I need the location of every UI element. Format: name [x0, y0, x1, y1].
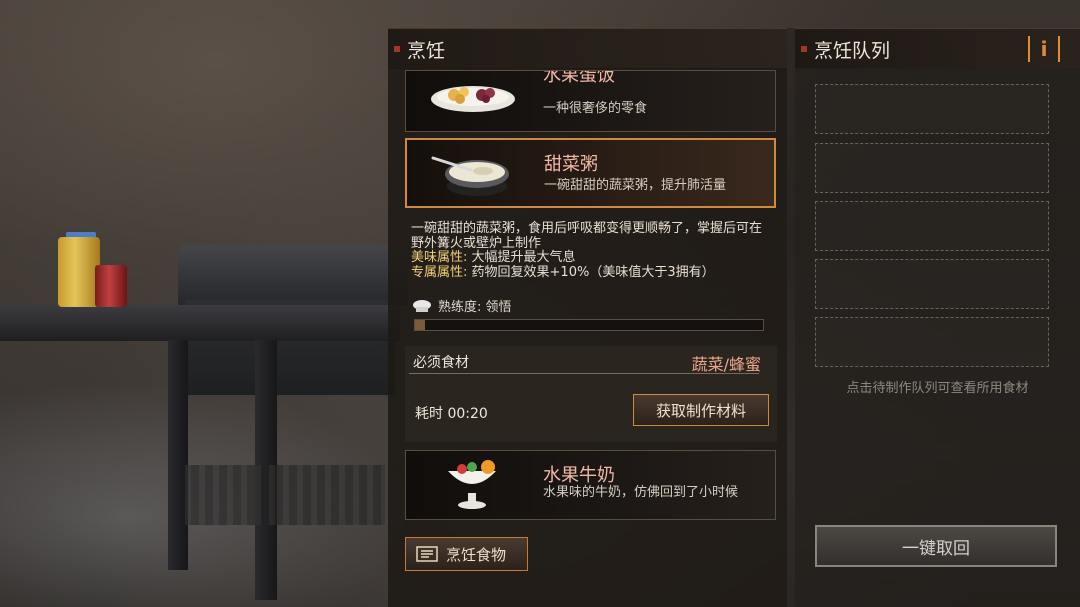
queue-slot[interactable]: [815, 84, 1049, 134]
flavor-label: 美味属性:: [411, 250, 468, 265]
recipe-desc: 一碗甜甜的蔬菜粥，提升肺活量: [544, 178, 727, 193]
required-value: 蔬菜/蜂蜜: [691, 355, 761, 374]
detail-description: 一碗甜甜的蔬菜粥，食用后呼吸都变得更顺畅了，掌握后可在野外篝火或壁炉上制作: [411, 221, 763, 251]
panel-divider: [787, 28, 795, 607]
cooking-panel-title: 烹饪: [407, 39, 446, 62]
fruit-milk-icon: [448, 460, 496, 509]
queue-hint: 点击待制作队列可查看所用食材: [846, 381, 1029, 396]
chef-hat-icon: [413, 299, 431, 312]
queue-slot[interactable]: [815, 143, 1049, 193]
queue-panel-header: 烹饪队列 i: [795, 28, 1080, 69]
header-marker: [801, 46, 807, 52]
queue-slot[interactable]: [815, 201, 1049, 251]
bottle: [58, 237, 100, 307]
beet-porridge-icon: [431, 156, 509, 196]
recipe-desc: 水果味的牛奶，仿佛回到了小时候: [543, 485, 739, 500]
recipe-desc: 一种很奢侈的零食: [543, 101, 648, 116]
cook-food-button[interactable]: 烹饪食物: [405, 537, 528, 571]
exclusive-label: 专属属性:: [411, 264, 468, 280]
recall-all-button[interactable]: 一键取回: [815, 525, 1057, 567]
fruit-rice-icon: [431, 86, 515, 112]
grill-lid: [178, 245, 408, 305]
header-marker: [394, 46, 400, 52]
cook-time: 耗时 00:20: [415, 406, 488, 422]
required-divider: [409, 373, 759, 374]
queue-slot[interactable]: [815, 259, 1049, 309]
cook-food-label: 烹饪食物: [446, 545, 507, 564]
proficiency-bar: [414, 319, 764, 331]
recipe-detail: 一碗甜甜的蔬菜粥，食用后呼吸都变得更顺畅了，掌握后可在野外篝火或壁炉上制作 美味…: [411, 221, 769, 281]
can: [95, 265, 127, 307]
recipe-book-icon: [416, 546, 438, 562]
recipe-card[interactable]: 水果牛奶 水果味的牛奶，仿佛回到了小时候: [405, 450, 776, 520]
table-leg: [168, 340, 188, 570]
get-materials-button[interactable]: 获取制作材料: [633, 394, 769, 426]
info-button[interactable]: i: [1028, 36, 1060, 62]
proficiency-text: 熟练度: 领悟: [438, 300, 512, 315]
proficiency: 熟练度: 领悟: [412, 296, 512, 315]
required-label: 必须食材: [413, 355, 469, 371]
recipe-card-selected[interactable]: 甜菜粥 一碗甜甜的蔬菜粥，提升肺活量: [405, 138, 776, 208]
flavor-value: 大幅提升最大气息: [471, 250, 576, 265]
exclusive-value: 药物回复效果+10%（美味值大于3拥有）: [471, 264, 715, 280]
proficiency-bar-fill: [415, 320, 426, 330]
recipe-name: 水果蛋饭: [543, 70, 615, 86]
queue-panel-title: 烹饪队列: [814, 39, 891, 62]
exclusive-attribute: 专属属性: 药物回复效果+10%（美味值大于3拥有）: [411, 264, 769, 281]
required-ingredients: 必须食材 蔬菜/蜂蜜 耗时 00:20 获取制作材料: [405, 346, 777, 442]
table-top: [0, 305, 400, 341]
flavor-attribute: 美味属性: 大幅提升最大气息: [411, 250, 769, 266]
cooking-panel-header: 烹饪: [388, 28, 787, 69]
recipe-card[interactable]: 水果蛋饭 一种很奢侈的零食: [405, 70, 776, 132]
queue-slot[interactable]: [815, 317, 1049, 367]
table-shelf: [185, 465, 385, 525]
recipe-name: 甜菜粥: [544, 154, 598, 175]
recipe-name: 水果牛奶: [543, 465, 615, 486]
